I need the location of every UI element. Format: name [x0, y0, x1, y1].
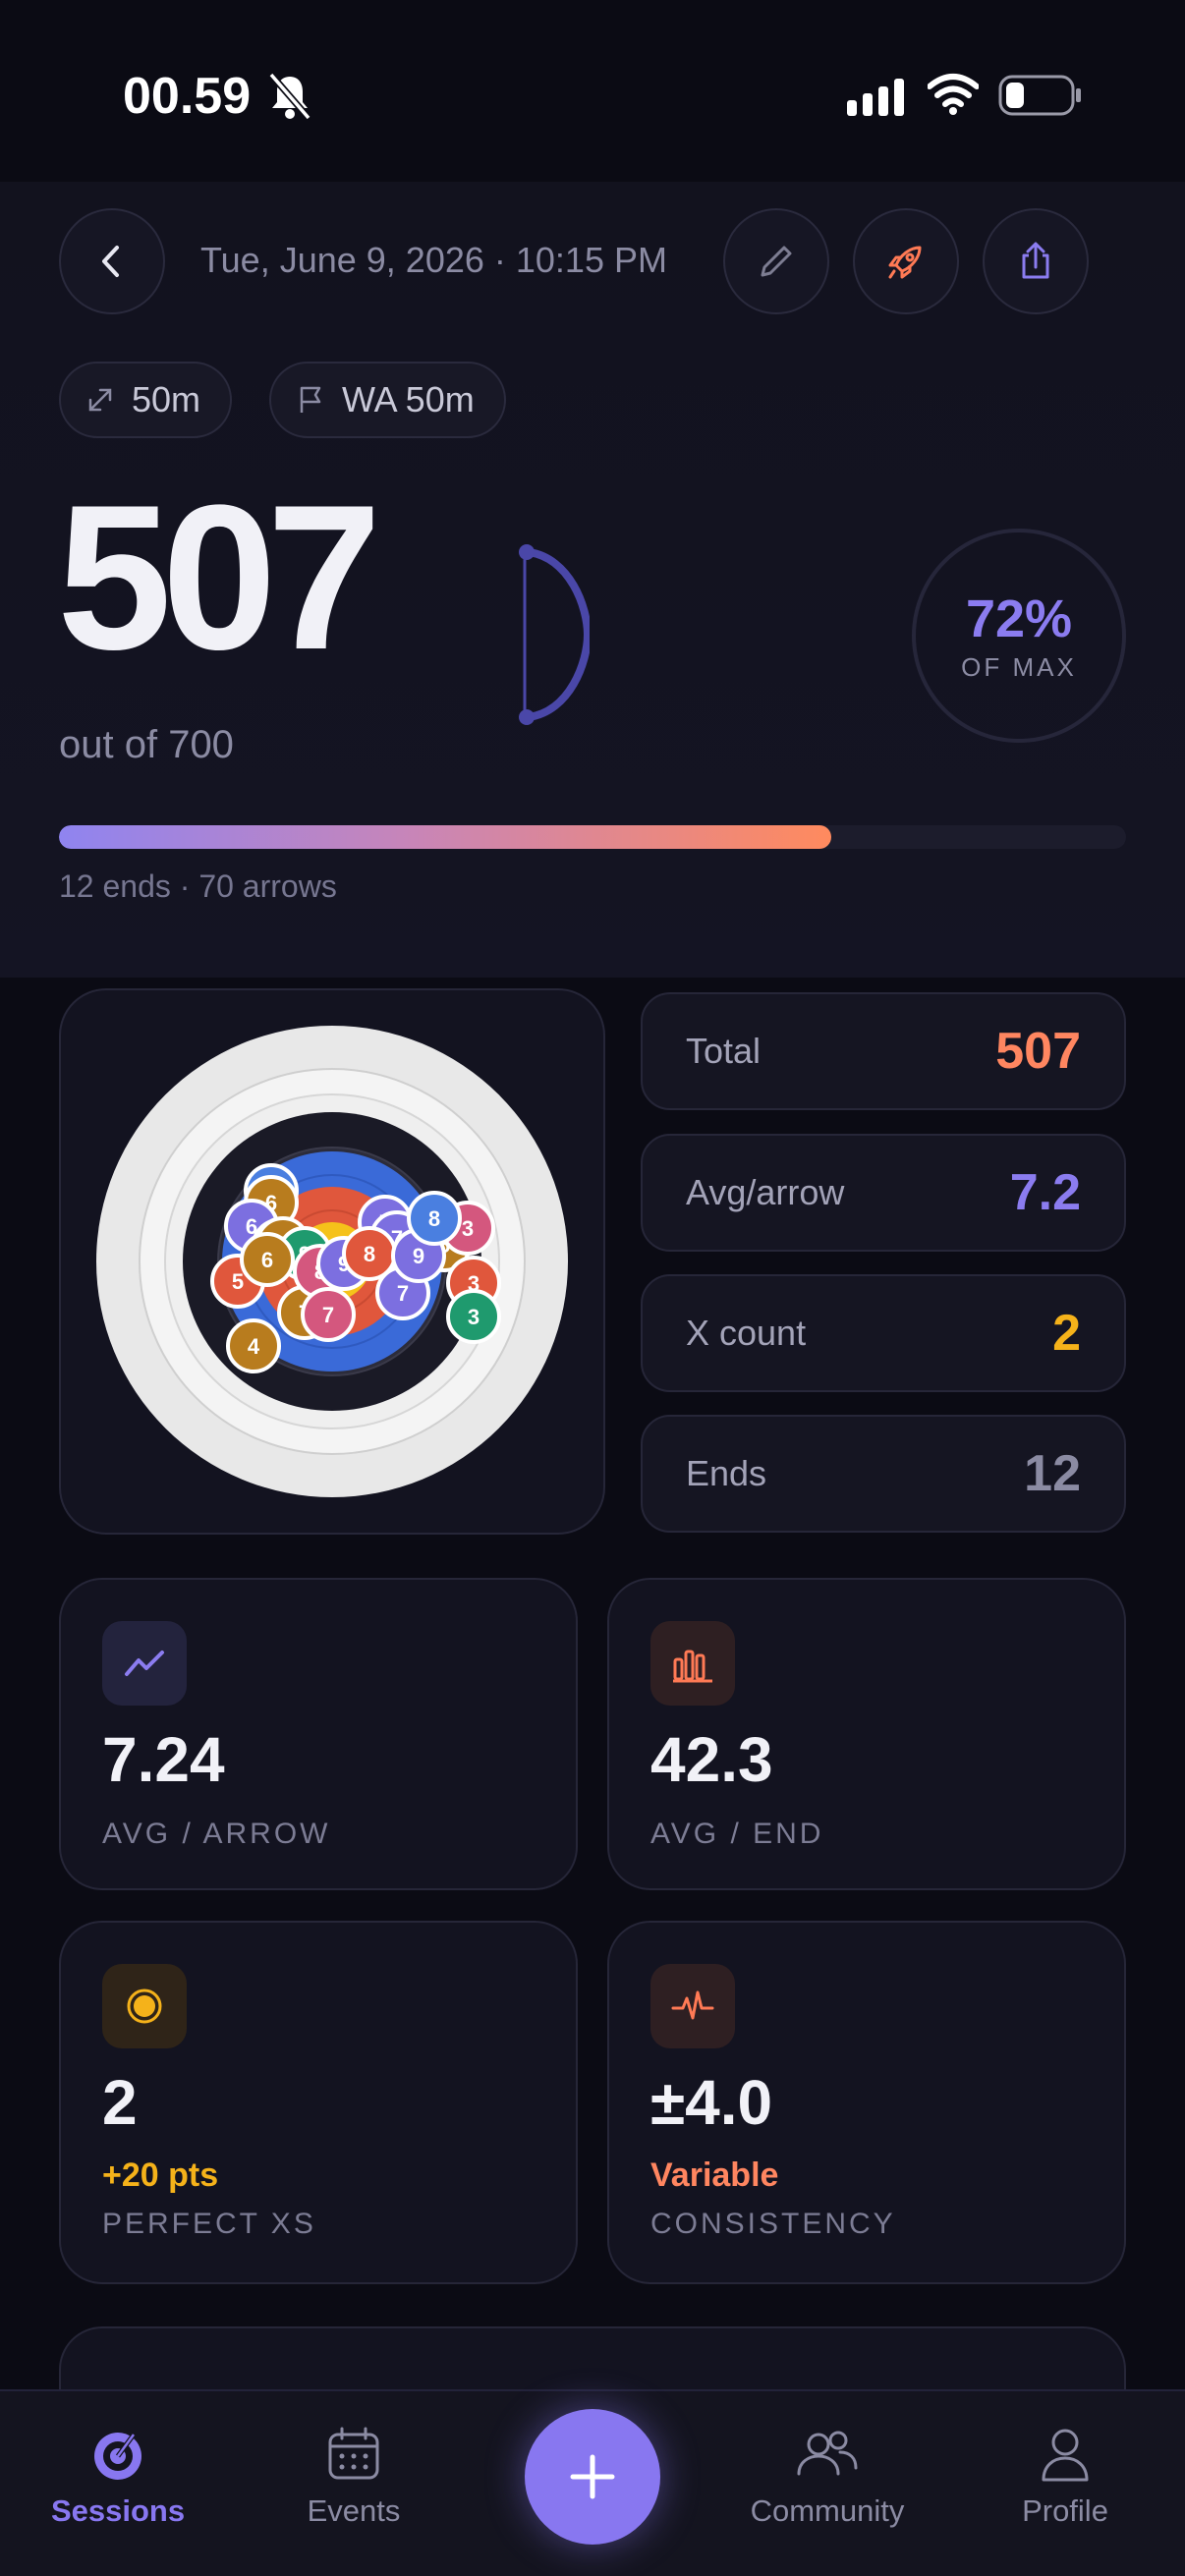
metric-avg-arrow-value: 7.24 [102, 1724, 225, 1795]
stat-avg-arrow-value: 7.2 [1009, 1164, 1081, 1221]
target-face: 66687753335774998987698 [96, 1026, 568, 1497]
nav-community[interactable]: Community [729, 2425, 926, 2529]
resize-icon [88, 388, 112, 412]
round-chip[interactable]: WA 50m [269, 362, 506, 438]
arrow-marker: 7 [301, 1287, 356, 1342]
stat-x-count-value: 2 [1052, 1305, 1081, 1362]
nav-events[interactable]: Events [255, 2425, 452, 2529]
stat-total-label: Total [686, 1031, 762, 1071]
stat-ends-value: 12 [1024, 1445, 1081, 1502]
arrow-marker-score: 7 [322, 1303, 334, 1327]
metric-avg-end-label: AVG / END [650, 1818, 824, 1850]
nav-events-label: Events [307, 2493, 401, 2528]
metric-avg-end-value: 42.3 [650, 1724, 773, 1795]
stat-x-count: X count 2 [641, 1274, 1126, 1392]
metric-consistency-note: Variable [650, 2156, 779, 2194]
metric-perfect-xs-card: 2 +20 pts PERFECT XS [59, 1921, 578, 2284]
stat-avg-arrow: Avg/arrow 7.2 [641, 1134, 1126, 1252]
nav-community-label: Community [750, 2493, 905, 2528]
share-button[interactable] [983, 208, 1089, 314]
wifi-icon [928, 74, 979, 115]
arrow-marker: 3 [446, 1289, 501, 1344]
session-date: Tue, June 9, 2026 · 10:15 PM [200, 240, 667, 280]
percent-of-max-ring: 72% OF MAX [912, 529, 1126, 743]
back-button[interactable] [59, 208, 165, 314]
plus-icon [570, 2454, 615, 2499]
nav-sessions[interactable]: Sessions [20, 2425, 216, 2529]
nav-profile[interactable]: Profile [967, 2425, 1163, 2529]
arrow-marker-score: 8 [364, 1242, 375, 1266]
arrow-marker-score: 3 [468, 1305, 480, 1329]
bell-muted-icon [268, 72, 311, 121]
metric-avg-arrow-label: AVG / ARROW [102, 1818, 331, 1850]
arrow-marker-score: 3 [462, 1216, 474, 1241]
stat-total-value: 507 [995, 1023, 1081, 1080]
calendar-icon [328, 2427, 379, 2480]
pencil-icon [761, 246, 792, 277]
arrow-marker-score: 9 [413, 1244, 424, 1268]
percent-label: OF MAX [961, 651, 1077, 682]
metric-perfect-xs-label: PERFECT XS [102, 2208, 316, 2240]
add-session-button[interactable] [525, 2409, 660, 2545]
nav-profile-label: Profile [1022, 2493, 1108, 2528]
metric-perfect-xs-note: +20 pts [102, 2156, 219, 2194]
metric-avg-arrow-card: 7.24 AVG / ARROW [59, 1578, 578, 1890]
metric-consistency-card: ±4.0 Variable CONSISTENCY [607, 1921, 1126, 2284]
round-chip-label: WA 50m [342, 379, 475, 420]
trend-icon [102, 1621, 187, 1706]
total-score: 507 [57, 462, 381, 693]
stat-ends-label: Ends [686, 1453, 767, 1493]
bar-chart-icon [650, 1621, 735, 1706]
metric-avg-end-card: 42.3 AVG / END [607, 1578, 1126, 1890]
ends-arrows-caption: 12 ends · 70 arrows [59, 868, 337, 904]
metric-consistency-label: CONSISTENCY [650, 2208, 896, 2240]
arrow-marker: 8 [342, 1226, 397, 1281]
stat-x-count-label: X count [686, 1313, 807, 1353]
rocket-icon [888, 246, 922, 279]
edit-button[interactable] [723, 208, 829, 314]
flag-icon [300, 386, 321, 413]
score-progress-bar [59, 825, 1126, 849]
stat-ends: Ends 12 [641, 1415, 1126, 1533]
arrow-marker-score: 6 [261, 1248, 273, 1272]
distance-chip[interactable]: 50m [59, 362, 233, 438]
target-icon [94, 2433, 141, 2480]
people-icon [797, 2431, 858, 2476]
score-progress-fill [59, 825, 832, 849]
metric-perfect-xs-value: 2 [102, 2067, 138, 2138]
chevron-left-icon [102, 246, 119, 277]
signal-icon [847, 79, 904, 116]
bullseye-icon [102, 1964, 187, 2048]
out-of-text: out of 700 [59, 723, 234, 766]
person-icon [1042, 2429, 1089, 2482]
pulse-icon [650, 1964, 735, 2048]
arrow-marker-score: 5 [232, 1269, 244, 1294]
arrow-marker-score: 8 [428, 1206, 440, 1231]
share-icon [1022, 242, 1049, 279]
bow-icon [519, 544, 590, 725]
status-time: 00.59 [123, 68, 252, 125]
distance-chip-label: 50m [132, 379, 201, 420]
stat-avg-arrow-label: Avg/arrow [686, 1172, 845, 1212]
nav-sessions-label: Sessions [50, 2493, 186, 2528]
arrow-marker-score: 7 [397, 1281, 409, 1306]
battery-icon [998, 75, 1081, 116]
rocket-button[interactable] [853, 208, 959, 314]
percent-value: 72% [965, 588, 1073, 648]
arrow-marker: 8 [407, 1191, 462, 1246]
metric-consistency-value: ±4.0 [650, 2067, 773, 2138]
arrow-marker: 6 [240, 1232, 295, 1287]
stat-total: Total 507 [641, 992, 1126, 1110]
arrow-marker-score: 4 [248, 1334, 260, 1359]
arrow-marker: 4 [226, 1318, 281, 1373]
